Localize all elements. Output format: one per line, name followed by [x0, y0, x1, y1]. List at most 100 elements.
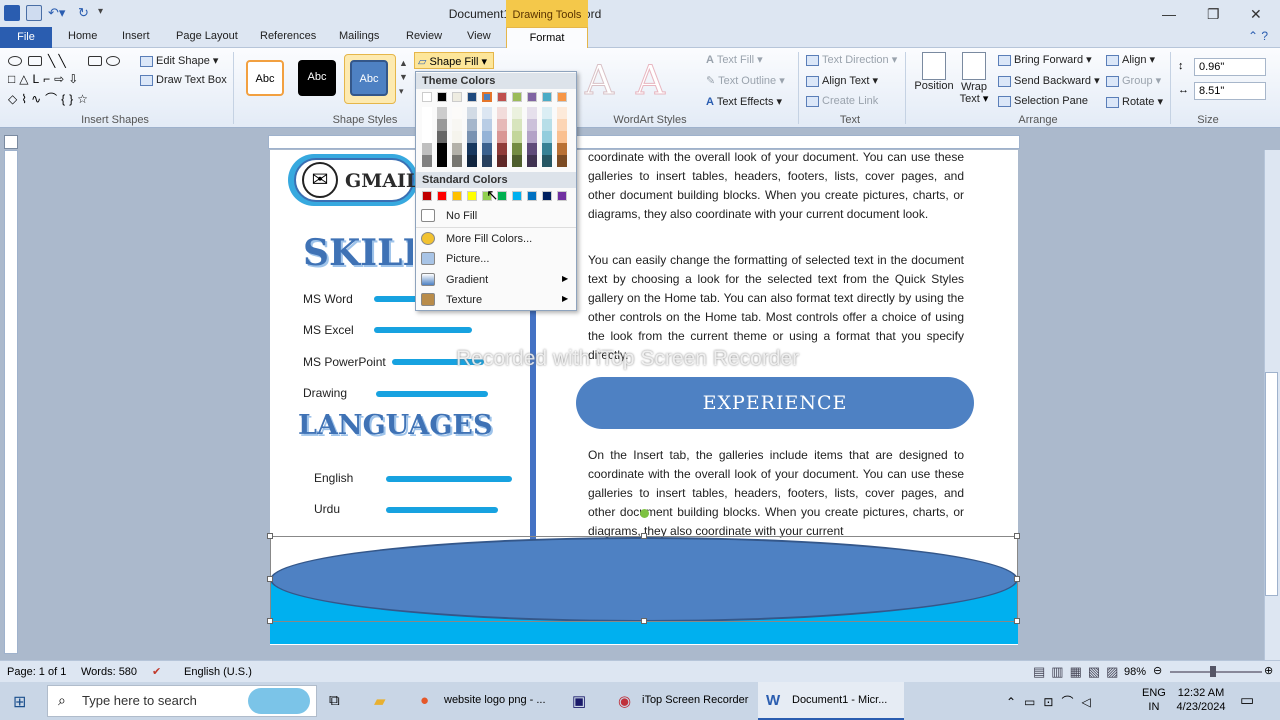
color-swatch[interactable]	[482, 92, 492, 102]
search-placeholder[interactable]: Type here to search	[82, 693, 197, 708]
notification-icon[interactable]: ▭	[1240, 691, 1254, 709]
color-shade-swatch[interactable]	[467, 107, 477, 119]
color-shade-swatch[interactable]	[467, 119, 477, 131]
shapes-row-2-icon[interactable]: □△L⌐⇨⇩	[8, 72, 82, 86]
shape-style-2[interactable]: Abc	[298, 60, 336, 96]
text-outline-button[interactable]: ✎ Text Outline ▾	[706, 74, 785, 87]
zoom-level[interactable]: 98%	[1124, 666, 1146, 678]
tab-home[interactable]: Home	[68, 30, 97, 42]
color-swatch[interactable]	[467, 191, 477, 201]
clock[interactable]: 12:32 AM 4/23/2024	[1174, 686, 1228, 714]
align-button[interactable]: Align ▾	[1106, 53, 1155, 66]
color-shade-swatch[interactable]	[467, 155, 477, 167]
color-shade-swatch[interactable]	[422, 107, 432, 119]
shapes-gallery[interactable]: ╲ ╲ □△L⌐⇨⇩ ◇⌇∿⌒{}☆	[6, 54, 126, 108]
recorder-icon[interactable]: ◉	[618, 692, 631, 710]
color-shade-swatch[interactable]	[437, 107, 447, 119]
page-count[interactable]: Page: 1 of 1	[7, 666, 66, 678]
color-shade-swatch[interactable]	[497, 143, 507, 155]
firefox-task[interactable]: website logo png - ...	[444, 694, 546, 706]
color-shade-swatch[interactable]	[422, 119, 432, 131]
color-shade-swatch[interactable]	[437, 155, 447, 167]
tab-selector-icon[interactable]	[4, 135, 18, 149]
line-shape-icon[interactable]: ╲ ╲	[48, 54, 66, 68]
color-shade-swatch[interactable]	[467, 131, 477, 143]
color-swatch[interactable]	[557, 191, 567, 201]
color-shade-swatch[interactable]	[497, 119, 507, 131]
more-fill-colors-item[interactable]: More Fill Colors...	[446, 233, 532, 245]
zoom-slider[interactable]	[1170, 671, 1262, 673]
rotation-handle[interactable]	[640, 509, 649, 518]
color-shade-swatch[interactable]	[482, 119, 492, 131]
position-button[interactable]: Position	[912, 52, 956, 92]
color-swatch[interactable]	[437, 92, 447, 102]
color-shade-swatch[interactable]	[422, 131, 432, 143]
file-explorer-icon[interactable]: ▰	[374, 692, 386, 710]
oval-shape-icon[interactable]	[8, 56, 22, 66]
textbox-shape-icon[interactable]	[28, 56, 42, 66]
task-view-icon[interactable]: ⧉	[329, 692, 340, 709]
color-shade-swatch[interactable]	[482, 155, 492, 167]
shape-width-input[interactable]: 8.51"	[1194, 82, 1266, 100]
shape-fill-button[interactable]: ▱ Shape Fill ▾	[414, 52, 494, 69]
resize-handle[interactable]	[1014, 533, 1020, 539]
color-shade-swatch[interactable]	[527, 143, 537, 155]
group-button[interactable]: Group ▾	[1106, 74, 1161, 87]
color-shade-swatch[interactable]	[557, 107, 567, 119]
color-shade-swatch[interactable]	[512, 107, 522, 119]
resize-handle[interactable]	[641, 533, 647, 539]
recorder-task[interactable]: iTop Screen Recorder	[642, 694, 748, 706]
app-icon[interactable]: ▣	[572, 692, 586, 710]
windows-start-icon[interactable]: ⊞	[13, 692, 26, 712]
color-swatch[interactable]	[527, 191, 537, 201]
color-swatch[interactable]	[542, 191, 552, 201]
firefox-icon[interactable]: ●	[420, 692, 429, 709]
ellipse-shape-icon[interactable]	[106, 56, 120, 66]
color-shade-swatch[interactable]	[497, 155, 507, 167]
shape-height-input[interactable]: 0.96"	[1194, 58, 1266, 76]
color-shade-swatch[interactable]	[452, 143, 462, 155]
wrap-text-button[interactable]: Wrap Text ▾	[958, 52, 990, 105]
zoom-in-icon[interactable]: ⊕	[1264, 664, 1273, 677]
resize-handle[interactable]	[267, 618, 273, 624]
resize-handle[interactable]	[267, 576, 273, 582]
scrollbar-thumb[interactable]	[1265, 372, 1278, 596]
wordart-style-a2[interactable]: A	[636, 58, 666, 105]
resize-handle[interactable]	[1014, 576, 1020, 582]
shape-style-1[interactable]: Abc	[246, 60, 284, 96]
resize-handle[interactable]	[1014, 618, 1020, 624]
shapes-row-3-icon[interactable]: ◇⌇∿⌒{}☆	[8, 90, 92, 107]
color-shade-swatch[interactable]	[527, 107, 537, 119]
color-shade-swatch[interactable]	[542, 119, 552, 131]
zoom-slider-thumb[interactable]	[1210, 666, 1216, 677]
color-shade-swatch[interactable]	[467, 143, 477, 155]
color-shade-swatch[interactable]	[512, 143, 522, 155]
color-shade-swatch[interactable]	[542, 107, 552, 119]
color-shade-swatch[interactable]	[437, 131, 447, 143]
bring-forward-button[interactable]: Bring Forward ▾	[998, 53, 1092, 66]
color-shade-swatch[interactable]	[542, 155, 552, 167]
tab-file[interactable]: File	[0, 27, 52, 48]
rotate-button[interactable]: Rotate ▾	[1106, 95, 1163, 108]
tab-insert[interactable]: Insert	[122, 30, 150, 42]
zoom-out-icon[interactable]: ⊖	[1153, 664, 1162, 677]
text-fill-button[interactable]: A Text Fill ▾	[706, 53, 763, 66]
view-buttons-icon[interactable]: ▤▥▦▧▨	[1033, 664, 1124, 680]
color-shade-swatch[interactable]	[557, 155, 567, 167]
color-shade-swatch[interactable]	[482, 131, 492, 143]
color-shade-swatch[interactable]	[557, 119, 567, 131]
maximize-icon[interactable]: ❐	[1207, 6, 1220, 23]
color-swatch[interactable]	[452, 191, 462, 201]
tab-mailings[interactable]: Mailings	[339, 30, 379, 42]
text-direction-button[interactable]: Text Direction ▾	[806, 53, 897, 66]
color-shade-swatch[interactable]	[557, 131, 567, 143]
color-shade-swatch[interactable]	[422, 155, 432, 167]
styles-scroll-icon[interactable]: ▲ ▼ ▾	[399, 56, 408, 98]
color-shade-swatch[interactable]	[437, 143, 447, 155]
color-swatch[interactable]	[527, 92, 537, 102]
color-swatch[interactable]	[422, 92, 432, 102]
proofing-icon[interactable]: ✔	[152, 665, 161, 678]
color-shade-swatch[interactable]	[482, 107, 492, 119]
color-shade-swatch[interactable]	[452, 107, 462, 119]
color-shade-swatch[interactable]	[497, 131, 507, 143]
